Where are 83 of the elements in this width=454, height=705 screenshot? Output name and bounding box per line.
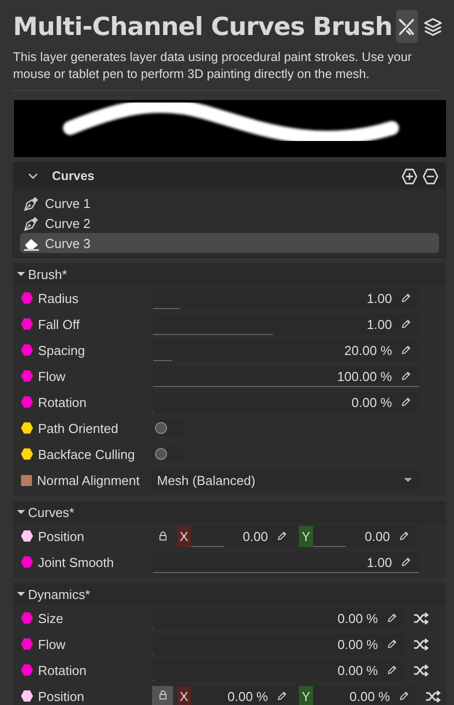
- edit-icon[interactable]: [277, 691, 287, 701]
- value-text: 0.00 %: [338, 636, 378, 652]
- value-text: 0.00 %: [348, 688, 390, 704]
- slider-field[interactable]: 0.00 %: [153, 392, 419, 412]
- property-label: Flow: [38, 368, 66, 384]
- edit-icon[interactable]: [401, 293, 411, 303]
- caret-icon: [17, 272, 25, 276]
- property-label: Spacing: [38, 342, 85, 358]
- curve-item[interactable]: Curve 3: [20, 233, 439, 253]
- value-text: 1.00: [366, 290, 392, 306]
- property-label: Fall Off: [38, 316, 80, 332]
- axis-label: Y: [299, 526, 313, 546]
- edit-icon[interactable]: [401, 557, 411, 567]
- property-label: Rotation: [38, 662, 86, 678]
- caret-icon: [17, 592, 25, 596]
- lock-icon: [158, 531, 168, 541]
- edit-icon[interactable]: [387, 613, 397, 623]
- edit-icon[interactable]: [399, 691, 409, 701]
- slider-field[interactable]: 20.00 %: [153, 340, 419, 360]
- lock-icon: [158, 690, 168, 700]
- property-label: Rotation: [38, 394, 86, 410]
- edit-icon[interactable]: [401, 345, 411, 355]
- property-label: Normal Alignment: [37, 472, 140, 488]
- caret-icon: [404, 478, 412, 482]
- value-text: 100.00 %: [337, 368, 392, 384]
- edit-icon[interactable]: [401, 371, 411, 381]
- property-label: Position: [38, 688, 84, 704]
- property-label: Backface Culling: [38, 446, 135, 462]
- slider-field[interactable]: 0.00 %: [153, 660, 405, 680]
- pen-nib-icon: [23, 214, 40, 232]
- curve-item[interactable]: Curve 1: [20, 193, 439, 213]
- axis-label: X: [177, 686, 191, 705]
- edit-icon[interactable]: [401, 319, 411, 329]
- value-text: 0.00: [364, 528, 390, 544]
- chevron-icon[interactable]: [28, 173, 38, 179]
- property-label: Path Oriented: [38, 420, 118, 436]
- value-text: 1.00: [366, 554, 392, 570]
- value-text: 0.00 %: [338, 662, 378, 678]
- shuffle-icon[interactable]: [413, 638, 429, 650]
- tool-button[interactable]: [396, 10, 418, 43]
- value-text: 0.00 %: [226, 688, 268, 704]
- edit-icon[interactable]: [387, 639, 397, 649]
- slider-field[interactable]: 1.00: [153, 288, 419, 308]
- number-field[interactable]: X 0.00 %: [177, 686, 295, 705]
- property-label: Radius: [38, 290, 78, 306]
- property-label: Position: [38, 528, 84, 544]
- property-label: Size: [38, 610, 64, 626]
- description-text: This layer generates layer data using procedural paint strokes. Use your mouse or tablet pen to perform 3D painting directly on the mesh.: [13, 49, 441, 91]
- pen-nib-icon: [23, 194, 40, 212]
- property-label: Flow: [38, 636, 66, 652]
- shuffle-icon[interactable]: [425, 690, 441, 702]
- edit-icon[interactable]: [401, 397, 411, 407]
- slider-field[interactable]: 1.00: [153, 314, 419, 334]
- panel-title: Multi-Channel Curves Brush: [13, 12, 392, 41]
- axis-label: Y: [299, 686, 313, 705]
- value-text: 0.00 %: [338, 610, 378, 626]
- shuffle-icon[interactable]: [413, 612, 429, 624]
- slider-field[interactable]: 0.00 %: [153, 608, 405, 628]
- axis-label: X: [177, 526, 191, 546]
- edit-icon[interactable]: [399, 531, 409, 541]
- value-text: 0.00 %: [352, 394, 392, 410]
- edit-icon[interactable]: [387, 665, 397, 675]
- property-label: Joint Smooth: [38, 554, 114, 570]
- slider-field[interactable]: 0.00 %: [153, 634, 405, 654]
- shuffle-icon[interactable]: [413, 664, 429, 676]
- curve-item[interactable]: Curve 2: [20, 213, 439, 233]
- value-text: 20.00 %: [344, 342, 392, 358]
- value-text: 0.00: [242, 528, 268, 544]
- slider-field[interactable]: 1.00: [153, 552, 419, 572]
- layers-icon: [424, 18, 442, 36]
- panel-header-title: Curves: [52, 169, 96, 183]
- number-field[interactable]: Y 0.00 %: [299, 686, 417, 705]
- slider-field[interactable]: 100.00 %: [153, 366, 419, 386]
- caret-icon: [17, 510, 25, 514]
- lock-button[interactable]: [152, 686, 173, 705]
- value-text: 1.00: [366, 316, 392, 332]
- dropdown[interactable]: Mesh (Balanced): [152, 470, 420, 490]
- section-header[interactable]: Dynamics*: [13, 583, 446, 605]
- edit-icon[interactable]: [277, 531, 287, 541]
- remove-button[interactable]: [422, 168, 439, 184]
- add-button[interactable]: [401, 168, 418, 184]
- number-field[interactable]: X 0.00: [177, 526, 295, 546]
- number-field[interactable]: Y 0.00: [299, 526, 417, 546]
